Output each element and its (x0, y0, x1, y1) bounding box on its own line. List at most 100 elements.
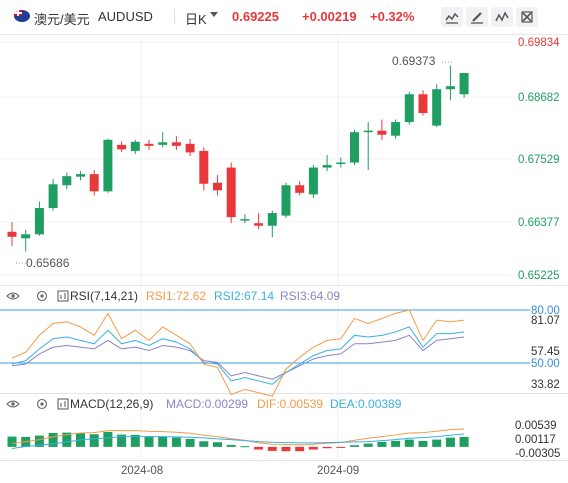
candle-body (171, 142, 181, 146)
symbol-name[interactable]: 澳元/美元 (34, 9, 90, 28)
candlestick-series (7, 65, 469, 252)
candle-body (308, 167, 318, 195)
candle-body (445, 86, 455, 90)
rsi3-line (11, 334, 465, 380)
macd-bar (171, 437, 181, 447)
macd-bar (432, 439, 442, 447)
macd-axis: 0.00539 0.00117 -0.00305 (515, 420, 560, 460)
rsi2-line (11, 326, 465, 385)
chart-area: 0.69834 0.68682 0.67529 0.66377 0.65225 … (0, 34, 568, 477)
macd-bar (254, 446, 264, 450)
rsi-axis-label: 81.07 (531, 315, 560, 327)
candle-body (48, 184, 58, 209)
candle-body (226, 167, 236, 218)
macd-bar (363, 443, 373, 447)
price-axis-label: 0.67529 (518, 154, 560, 166)
candle-body (7, 231, 17, 237)
indicator-button[interactable] (491, 7, 513, 27)
rsi-axis-label: 57.45 (531, 346, 560, 358)
candle-body (363, 130, 373, 133)
macd-bar (295, 446, 305, 452)
candle-body (295, 185, 305, 193)
macd-bar (185, 438, 195, 447)
gear-icon[interactable] (36, 290, 48, 302)
macd-bar (267, 446, 277, 451)
gear-icon[interactable] (36, 398, 48, 410)
x-axis-label: 2024-08 (121, 465, 163, 477)
candle-body (213, 182, 222, 191)
chart-type-icon (445, 12, 459, 24)
candle-body (254, 223, 264, 226)
draw-button[interactable] (466, 7, 488, 27)
macd-bar (445, 437, 455, 447)
macd-bar (391, 440, 401, 447)
candle-body (404, 94, 414, 123)
macd-bar (226, 444, 236, 447)
period-selector[interactable]: 日K (185, 9, 207, 28)
eye-icon[interactable] (6, 400, 20, 408)
macd-title[interactable]: MACD(12,26,9) (70, 397, 153, 411)
chart-type-button[interactable] (441, 7, 463, 27)
x-axis-label: 2024-09 (317, 465, 359, 477)
candle-body (377, 130, 387, 135)
chart-toolbar: 澳元/美元 AUDUSD 日K 0.69225 +0.00219 +0.32% (0, 0, 568, 35)
candle-body (240, 219, 250, 221)
price-change-percent: +0.32% (370, 9, 415, 24)
macd-bar (7, 436, 17, 447)
macd-bar (308, 446, 318, 450)
eye-icon[interactable] (6, 292, 20, 300)
candle-body (418, 94, 428, 113)
rsi2-value: RSI2:67.14 (214, 289, 274, 303)
chevron-down-icon[interactable] (210, 12, 218, 17)
price-change: +0.00219 (302, 9, 357, 24)
candle-body (199, 150, 209, 184)
rsi1-line (11, 309, 465, 397)
candle-body (89, 174, 99, 192)
candle-body (432, 89, 442, 126)
macd-bar (418, 440, 428, 447)
candle-body (34, 208, 44, 235)
macd-axis-label: 0.00117 (515, 434, 556, 446)
candle-body (185, 143, 195, 153)
macd-series (7, 428, 469, 452)
macd-bar (336, 446, 346, 448)
candle-body (350, 132, 359, 163)
macd-header: MACD(12,26,9) MACD:0.00299 DIF:0.00539 D… (6, 397, 402, 411)
candle-body (459, 73, 469, 95)
indicator-icon (495, 11, 509, 22)
macd-bar (144, 436, 154, 447)
candle-body (391, 122, 401, 136)
rsi-header: RSI(7,14,21) RSI1:72.62 RSI2:67.14 RSI3:… (6, 289, 340, 303)
price-axis-label: 0.65225 (518, 270, 560, 282)
candle-body (322, 165, 332, 168)
macd-bar (103, 431, 113, 447)
rsi-axis-label: 50.00 (531, 358, 560, 370)
divider (174, 9, 175, 24)
au-flag-icon (14, 10, 30, 22)
macd-value: MACD:0.00299 (166, 397, 248, 411)
macd-bar (322, 446, 332, 449)
rsi-lines (11, 309, 465, 397)
candle-body (21, 234, 31, 239)
macd-bar (377, 441, 387, 447)
candle-body (158, 142, 168, 145)
price-axis-label: 0.66377 (518, 217, 560, 229)
settings-button[interactable] (516, 7, 538, 27)
last-price: 0.69225 (232, 9, 279, 24)
macd-bar (281, 446, 291, 452)
rsi-axis: 80.00 81.07 57.45 50.00 33.82 (531, 305, 560, 391)
candle-body (117, 144, 127, 150)
rsi-title[interactable]: RSI(7,14,21) (70, 289, 138, 303)
macd-bar (240, 446, 250, 448)
main-grid (0, 41, 510, 276)
macd-bar (213, 442, 222, 447)
high-label: 0.69373 (392, 54, 436, 68)
rsi1-value: RSI1:72.62 (146, 289, 206, 303)
candle-body (103, 139, 113, 192)
settings-icon (521, 11, 533, 23)
dif-value: DIF:0.00539 (257, 397, 323, 411)
macd-axis-label: -0.00305 (515, 448, 560, 460)
symbol-code[interactable]: AUDUSD (98, 9, 153, 24)
rsi3-value: RSI3:64.09 (280, 289, 340, 303)
price-axis: 0.69834 0.68682 0.67529 0.66377 0.65225 (518, 37, 560, 282)
